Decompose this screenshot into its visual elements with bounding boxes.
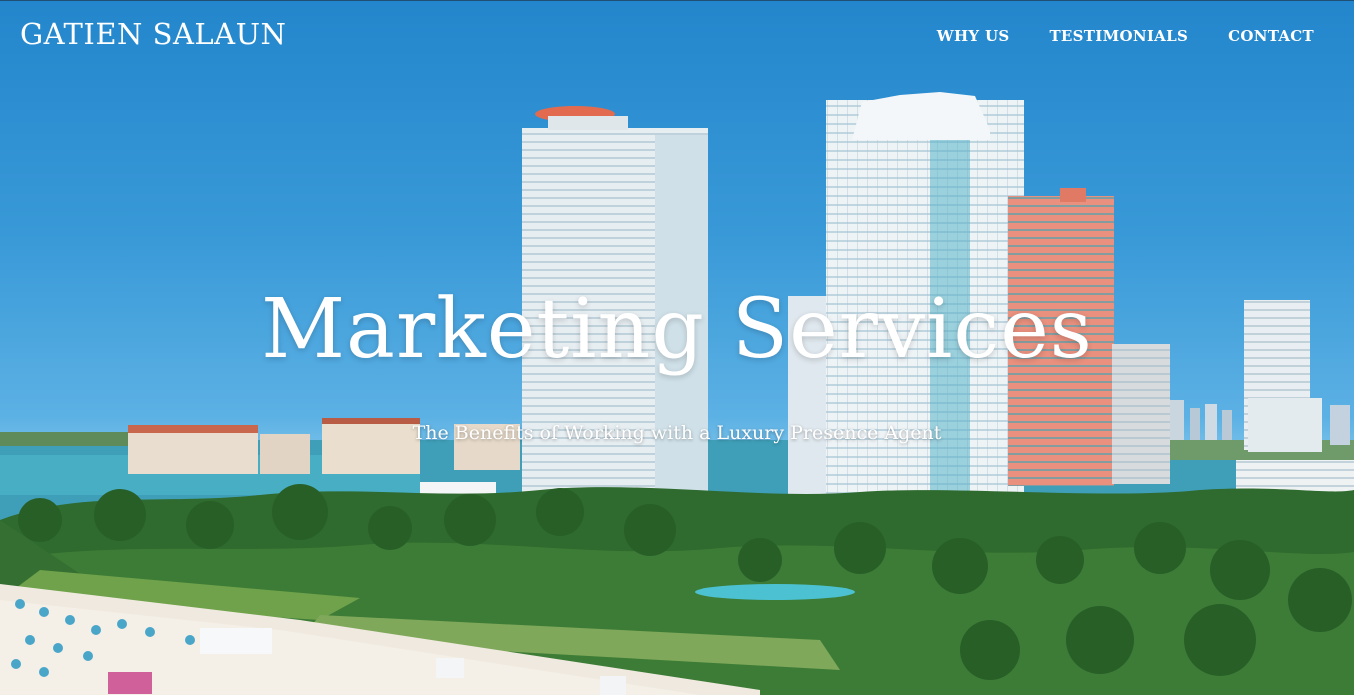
hero-title: Marketing Services	[261, 282, 1093, 377]
main-nav: WHY US TESTIMONIALS CONTACT	[937, 27, 1314, 45]
site-header: GATIEN SALAUN WHY US TESTIMONIALS CONTAC…	[0, 0, 1354, 70]
hero-subtitle: The Benefits of Working with a Luxury Pr…	[412, 422, 942, 444]
site-logo[interactable]: GATIEN SALAUN	[20, 17, 286, 51]
nav-link-contact[interactable]: CONTACT	[1228, 27, 1314, 45]
nav-link-why-us[interactable]: WHY US	[937, 27, 1010, 45]
hero-section: GATIEN SALAUN WHY US TESTIMONIALS CONTAC…	[0, 0, 1354, 695]
nav-link-testimonials[interactable]: TESTIMONIALS	[1049, 27, 1188, 45]
